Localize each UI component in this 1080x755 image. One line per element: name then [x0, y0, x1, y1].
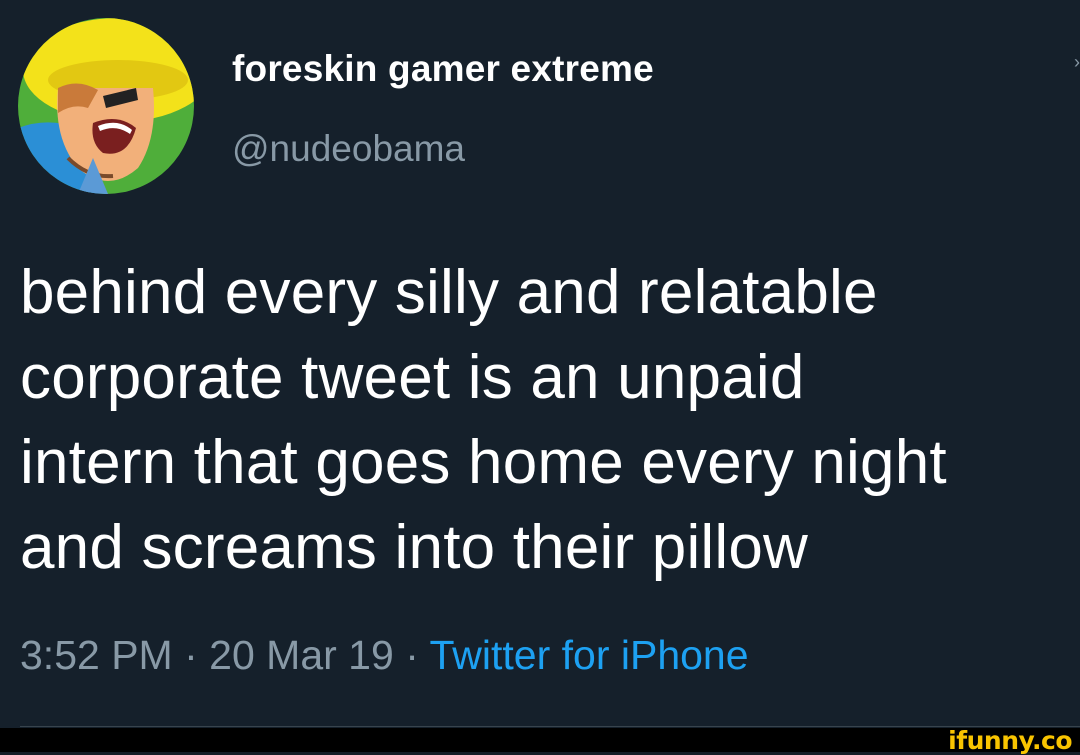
watermark-bar: [0, 728, 1080, 752]
tweet-source-link[interactable]: Twitter for iPhone: [430, 632, 749, 678]
display-name[interactable]: foreskin gamer extreme: [232, 48, 654, 90]
cartoon-avatar-icon: [18, 18, 194, 194]
tweet-meta: 3:52 PM · 20 Mar 19 · Twitter for iPhone: [20, 632, 749, 679]
avatar[interactable]: [18, 18, 194, 194]
tweet-text: behind every silly and relatable corpora…: [20, 258, 947, 582]
tweet-time[interactable]: 3:52 PM: [20, 632, 173, 678]
separator-dot: ·: [184, 632, 198, 678]
divider: [20, 726, 1080, 727]
tweet-card: foreskin gamer extreme @nudeobama › behi…: [0, 0, 1080, 728]
separator-dot: ·: [405, 632, 419, 678]
chevron-down-icon[interactable]: ›: [1074, 52, 1080, 72]
user-handle[interactable]: @nudeobama: [232, 128, 465, 170]
tweet-date[interactable]: 20 Mar 19: [209, 632, 394, 678]
ifunny-watermark: ifunny.co: [948, 726, 1072, 755]
